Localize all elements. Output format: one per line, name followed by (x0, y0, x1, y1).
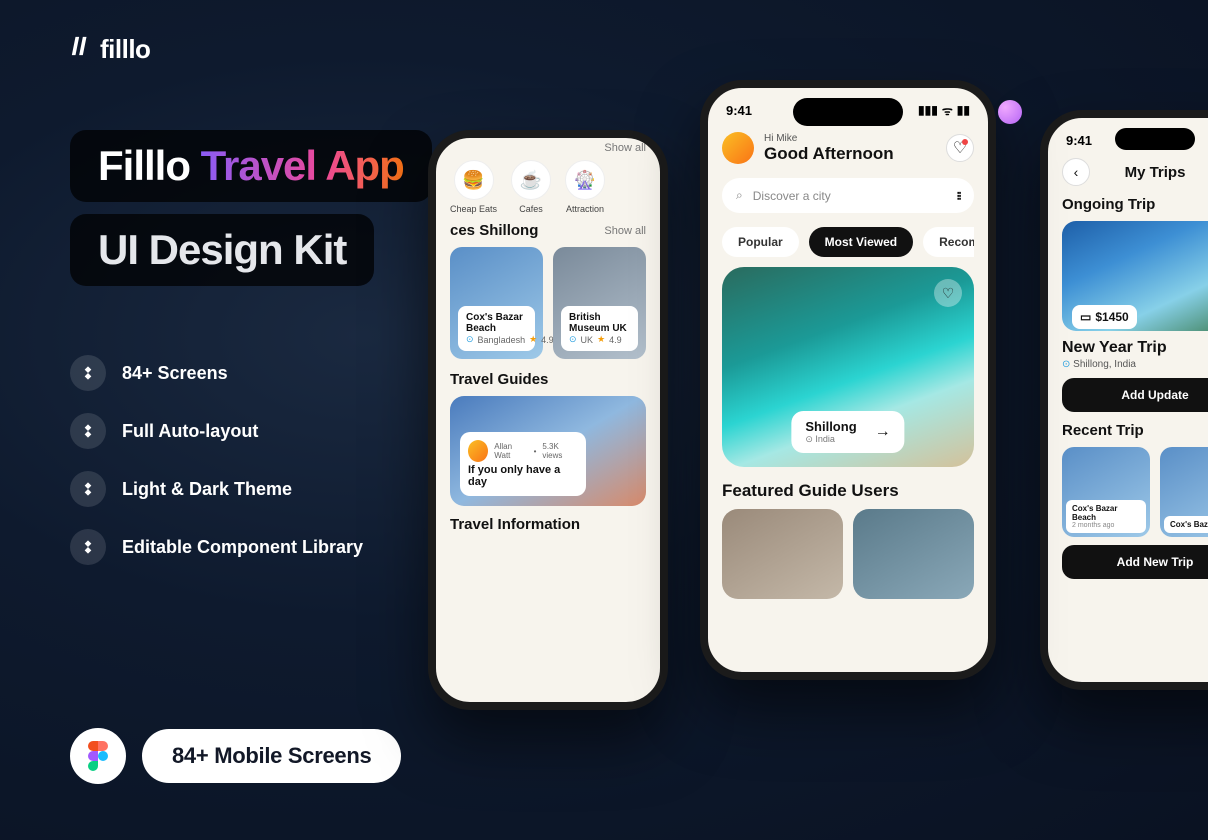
diamond-icon (70, 355, 106, 391)
notification-button[interactable]: ♡ (946, 134, 974, 162)
headline-line-1: Filllo Travel App (70, 130, 432, 202)
section-heading-info: Travel Information (450, 516, 646, 533)
feature-text: Editable Component Library (122, 537, 363, 558)
trip-location: Shillong, India (1073, 359, 1136, 370)
chevron-left-icon: ‹ (1074, 164, 1079, 180)
tabs-row: Popular Most Viewed Recomended (722, 227, 974, 257)
brand-logo: filllo (70, 34, 150, 65)
category-label: Attraction (566, 204, 604, 214)
recent-trip-card[interactable]: Cox's Bazar Beach2 months ago (1062, 447, 1150, 537)
logo-mark-icon (70, 35, 92, 64)
avatar (468, 440, 488, 462)
section-heading-recent: Recent Trip (1062, 422, 1208, 439)
featured-guide-row (722, 509, 974, 599)
arrow-right-icon[interactable]: → (875, 423, 891, 441)
category-row: 🍔Cheap Eats ☕Cafes 🎡Attraction (450, 160, 646, 214)
tab-popular[interactable]: Popular (722, 227, 799, 257)
featured-guide-card[interactable] (722, 509, 843, 599)
search-icon: ⌕ (736, 188, 743, 203)
section-heading-guides: Travel Guides (450, 371, 646, 388)
destination-hero[interactable]: ♡ Shillong ⊙ India → (722, 267, 974, 467)
phone-notch (1115, 128, 1195, 150)
place-card-label: Cox's Bazar Beach ⊙Bangladesh ★4.9 (458, 306, 535, 351)
price-tag: ▭$1450 (1072, 305, 1137, 329)
headline-block: Filllo Travel App UI Design Kit (70, 130, 432, 298)
status-time: 9:41 (726, 103, 752, 118)
signal-icon: ▮▮▮ (918, 103, 938, 117)
headline-word-1: Filllo (98, 142, 201, 189)
add-update-button[interactable]: Add Update (1062, 378, 1208, 412)
tab-recommended[interactable]: Recomended (923, 227, 974, 257)
place-card[interactable]: British Museum UK ⊙UK ★4.9 (553, 247, 646, 359)
filter-icon[interactable]: ⁝⁝ (956, 189, 960, 203)
status-time: 9:41 (1066, 133, 1092, 148)
figma-badge (70, 728, 126, 784)
wifi-icon: ᯤ (942, 102, 953, 119)
feature-text: Light & Dark Theme (122, 479, 292, 500)
decorative-orb (998, 100, 1022, 124)
place-card-label: British Museum UK ⊙UK ★4.9 (561, 306, 638, 351)
phone-mockup-right: 9:41 ‹ My Trips Ongoing Trip ▭$1450 New … (1040, 110, 1208, 690)
headline-line-2: UI Design Kit (70, 214, 374, 286)
phone-mockup-left: Show all 🍔Cheap Eats ☕Cafes 🎡Attraction … (428, 130, 668, 710)
headline-subtitle: UI Design Kit (98, 226, 346, 273)
avatar[interactable] (722, 132, 754, 164)
show-all-link[interactable]: Show all (604, 142, 646, 154)
search-placeholder: Discover a city (753, 189, 831, 203)
section-heading-featured: Featured Guide Users (722, 481, 974, 501)
category-item[interactable]: 🎡Attraction (565, 160, 605, 214)
greeting-small: Hi Mike (764, 133, 894, 144)
destination-label: Shillong ⊙ India → (791, 411, 904, 453)
trip-name: New Year Trip (1062, 339, 1208, 357)
heart-icon: ♡ (942, 285, 955, 302)
section-heading-ongoing: Ongoing Trip (1062, 196, 1208, 213)
recent-trip-card[interactable]: Cox's Baz (1160, 447, 1208, 537)
battery-icon: ▮▮ (957, 103, 970, 117)
back-button[interactable]: ‹ (1062, 158, 1090, 186)
bell-icon: ♡ (953, 138, 967, 158)
search-input[interactable]: ⌕ Discover a city ⁝⁝ (722, 178, 974, 213)
ongoing-trip-image[interactable]: ▭$1450 (1062, 221, 1208, 331)
ticket-icon: ▭ (1080, 310, 1091, 324)
category-label: Cafes (519, 204, 543, 214)
category-item[interactable]: 🍔Cheap Eats (450, 160, 497, 214)
phone-notch (793, 98, 903, 126)
greeting-large: Good Afternoon (764, 144, 894, 164)
figma-icon (87, 741, 109, 771)
guide-overlay: Allan Watt • 5.3K views If you only have… (460, 432, 586, 496)
feature-text: 84+ Screens (122, 363, 228, 384)
show-all-link[interactable]: Show all (604, 225, 646, 237)
diamond-icon (70, 471, 106, 507)
diamond-icon (70, 413, 106, 449)
greeting-header: Hi Mike Good Afternoon ♡ (722, 132, 974, 164)
feature-item: Light & Dark Theme (70, 471, 363, 507)
tab-most-viewed[interactable]: Most Viewed (809, 227, 913, 257)
place-card[interactable]: Cox's Bazar Beach ⊙Bangladesh ★4.9 (450, 247, 543, 359)
feature-list: 84+ Screens Full Auto-layout Light & Dar… (70, 355, 363, 565)
phone-mockup-center: 9:41 ▮▮▮ ᯤ ▮▮ Hi Mike Good Afternoon ♡ ⌕ D… (700, 80, 996, 680)
feature-item: Full Auto-layout (70, 413, 363, 449)
feature-item: Editable Component Library (70, 529, 363, 565)
favorite-button[interactable]: ♡ (934, 279, 962, 307)
pin-icon: ⊙ (1062, 359, 1070, 370)
headline-word-2: Travel App (201, 142, 404, 189)
featured-guide-card[interactable] (853, 509, 974, 599)
guide-card[interactable]: Allan Watt • 5.3K views If you only have… (450, 396, 646, 506)
section-heading-places: ces Shillong (450, 222, 538, 239)
category-item[interactable]: ☕Cafes (511, 160, 551, 214)
page-title: My Trips (1125, 164, 1186, 181)
cta-pill: 84+ Mobile Screens (142, 729, 401, 783)
diamond-icon (70, 529, 106, 565)
feature-text: Full Auto-layout (122, 421, 258, 442)
add-new-trip-button[interactable]: Add New Trip (1062, 545, 1208, 579)
category-label: Cheap Eats (450, 204, 497, 214)
logo-text: filllo (100, 34, 150, 65)
cta-row: 84+ Mobile Screens (70, 728, 401, 784)
feature-item: 84+ Screens (70, 355, 363, 391)
